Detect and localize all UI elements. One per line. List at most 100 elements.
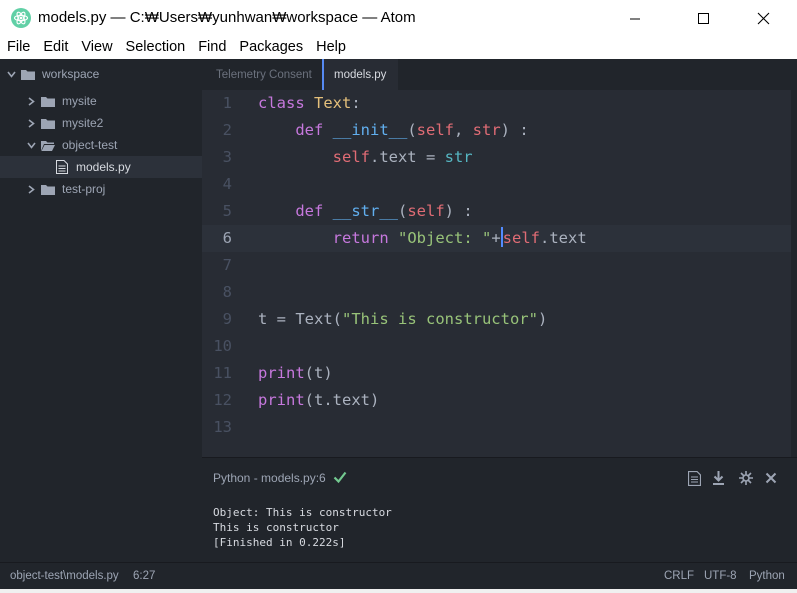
tree-root-label: workspace [42,67,100,81]
line-number: 3 [222,148,232,166]
download-icon[interactable] [708,468,728,488]
menu-help[interactable]: Help [309,37,352,59]
tree-item-label: test-proj [62,182,106,196]
code-line[interactable]: 11 print(t) [202,360,791,387]
tree-item-mysite2[interactable]: mysite2 [0,112,202,134]
code-line[interactable]: 3 self.text = str [202,144,791,171]
minimize-button[interactable] [612,0,658,37]
code-token: class [258,94,305,112]
tree-item-label: mysite [62,94,97,108]
code-line[interactable]: 1 class Text: [202,90,791,117]
line-number: 11 [213,364,232,382]
code-token: print [258,391,305,409]
code-token: ( [398,202,408,220]
menu-edit[interactable]: Edit [36,37,74,59]
code-token: (t) [304,364,333,382]
status-encoding[interactable]: UTF-8 [704,570,737,582]
check-icon [333,470,347,489]
code-text: t = Text("This is constructor") [258,306,547,333]
menu-packages[interactable]: Packages [232,37,309,59]
folder-icon [40,178,56,200]
line-number: 5 [222,202,232,220]
title-bar: models.py — C:₩Users₩yunhwan₩workspace —… [0,0,797,37]
code-token: ) : [500,121,529,139]
line-number: 6 [222,229,232,247]
tree-item-object-test[interactable]: object-test [0,134,202,156]
line-number: 10 [213,337,232,355]
code-line[interactable]: 2 def __init__(self, str) : [202,117,791,144]
window-bottom-edge [0,589,797,593]
code-text: return "Object: "+ self.text [258,225,587,252]
code-line[interactable]: 10 [202,333,791,360]
menu-bar: File Edit View Selection Find Packages H… [0,37,797,59]
code-editor[interactable]: 1 class Text: 2 def __init__(self, str) :3… [202,90,791,457]
status-cursor-position[interactable]: 6:27 [133,570,155,582]
code-line[interactable]: 7 [202,252,791,279]
code-line[interactable]: 8 [202,279,791,306]
line-number: 4 [222,175,232,193]
folder-open-icon [40,134,56,156]
code-token: __str__ [332,202,398,220]
menu-file[interactable]: File [0,37,36,59]
code-text: def __str__(self) : [258,198,473,225]
code-line[interactable]: 9 t = Text("This is constructor") [202,306,791,333]
code-line[interactable]: 13 [202,414,791,441]
code-token: __init__ [332,121,408,139]
code-line[interactable]: 5 def __str__(self) : [202,198,791,225]
maximize-button[interactable] [680,0,726,37]
code-token: str [444,148,473,166]
status-file-path[interactable]: object-test\models.py [10,570,119,582]
line-number: 1 [222,94,232,112]
code-line[interactable]: 12 print(t.text) [202,387,791,414]
menu-view[interactable]: View [74,37,118,59]
code-token: .text = [369,148,445,166]
tree-item-mysite[interactable]: mysite [0,90,202,112]
code-token: self [332,148,370,166]
script-panel-title: Python - models.py:6 [213,471,326,485]
menu-find[interactable]: Find [191,37,232,59]
script-output: Object: This is constructor This is cons… [202,499,797,562]
close-icon[interactable] [761,468,781,488]
menu-selection[interactable]: Selection [119,37,192,59]
chevron-down-icon [6,63,16,85]
output-line: This is constructor [213,521,339,534]
settings-pin-icon[interactable] [736,468,756,488]
code-token: ( [407,121,417,139]
code-token: def [295,121,324,139]
folder-icon [20,63,36,85]
code-line[interactable]: 4 [202,171,791,198]
copy-output-icon[interactable] [684,468,704,488]
code-token: print [258,364,305,382]
output-line: Object: This is constructor [213,506,392,519]
code-line[interactable]: 6 return "Object: "+ self.text [202,225,791,252]
code-text: self.text = str [258,144,473,171]
status-bar: object-test\models.py 6:27 CRLF UTF-8 Py… [0,562,797,589]
tree-root-workspace[interactable]: workspace [0,63,202,85]
tab-models-py[interactable]: models.py [322,59,398,90]
code-token: "Object: " [398,229,492,247]
tree-item-test-proj[interactable]: test-proj [0,178,202,200]
line-number: 9 [222,310,232,328]
code-token: t = Text( [258,310,342,328]
editor-scrollbar[interactable] [791,90,797,457]
chevron-down-icon [26,134,36,156]
chevron-right-icon [26,178,36,200]
code-text: class Text: [258,90,361,117]
status-grammar[interactable]: Python [749,570,785,582]
tab-label: Telemetry Consent [216,68,312,81]
tab-telemetry-consent[interactable]: Telemetry Consent [202,59,322,90]
code-token: ) : [444,202,473,220]
line-number: 2 [222,121,232,139]
tree-item-models-py[interactable]: models.py [0,156,202,178]
code-token: .text [540,229,587,247]
code-text: print(t.text) [258,387,379,414]
status-line-ending[interactable]: CRLF [664,570,694,582]
close-window-button[interactable] [740,0,786,37]
code-token: + [491,229,501,247]
folder-icon [40,90,56,112]
